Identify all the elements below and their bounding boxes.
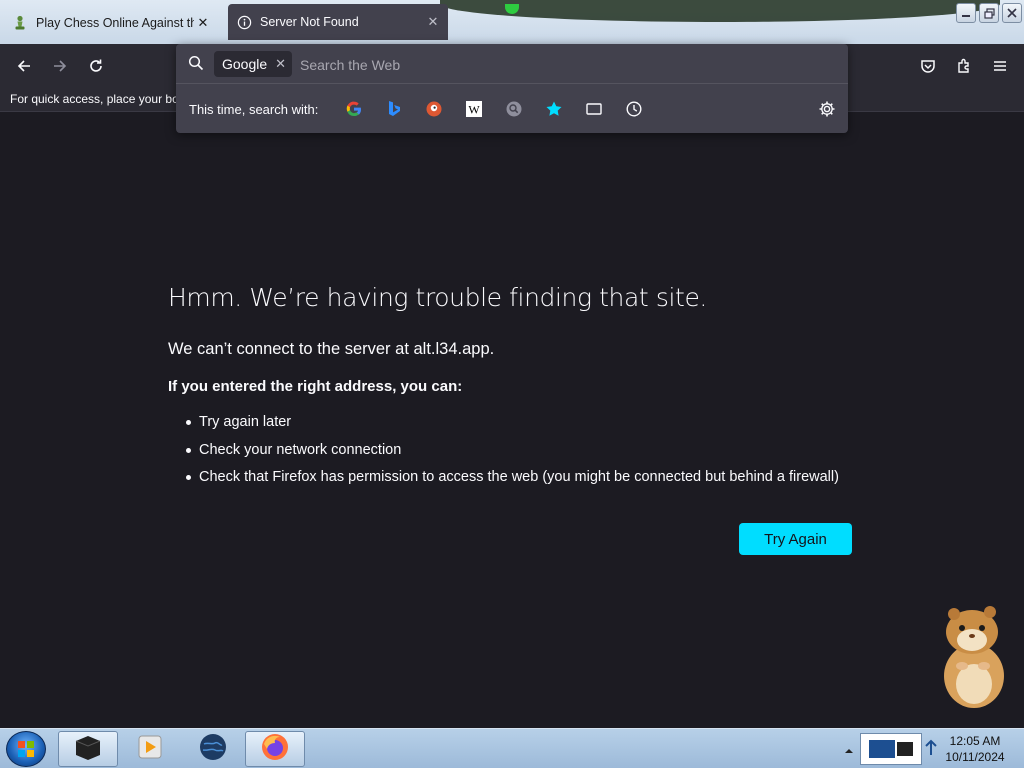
list-item: Check your network connection [184,440,839,468]
close-window-button[interactable] [1002,3,1022,23]
taskbar-media-player-app[interactable] [120,731,180,767]
back-icon[interactable] [10,52,38,80]
reload-icon[interactable] [82,52,110,80]
list-item: Check that Firefox has permission to acc… [184,467,839,495]
taskbar-firefox-app[interactable] [245,731,305,767]
search-engine-icon[interactable] [504,99,524,119]
tab-title: Play Chess Online Against the C [36,15,194,30]
suggestion-list: Try again later Check your network conne… [184,412,839,495]
search-input[interactable] [300,54,700,76]
duckduckgo-icon[interactable] [424,99,444,119]
firefox-icon [260,732,290,767]
chess-pawn-icon [12,15,28,31]
clock-time: 12:05 AM [949,734,1001,748]
svg-text:W: W [468,103,480,117]
taskbar-clock[interactable]: 12:05 AM 10/11/2024 [938,733,1012,765]
tab-title: Server Not Found [260,15,359,29]
search-settings-gear-icon[interactable] [817,99,837,119]
menu-icon[interactable] [986,52,1014,80]
minimize-button[interactable] [956,3,976,23]
decorative-overlay [440,0,1000,22]
tab-chess[interactable]: Play Chess Online Against the C ✕ [4,5,218,40]
list-item: Try again later [184,412,839,440]
network-icon[interactable] [924,739,938,762]
bing-icon[interactable] [384,99,404,119]
remove-engine-button[interactable]: ✕ [275,56,286,72]
error-subtitle: We can’t connect to the server at alt.l3… [168,340,495,358]
tray-app-icon[interactable] [860,733,922,765]
tab-close-button[interactable]: ✕ [424,13,442,31]
error-title: Hmm. We’re having trouble finding that s… [168,283,707,312]
taskbar-terminal-app[interactable] [58,731,118,767]
taskbar-globe-app[interactable] [183,731,243,767]
tab-close-button[interactable]: ✕ [194,14,212,32]
media-player-icon [137,734,163,765]
wikipedia-icon[interactable]: W [464,99,484,119]
bookmarks-star-icon[interactable] [544,99,564,119]
restore-button[interactable] [979,3,999,23]
try-again-button[interactable]: Try Again [739,523,852,555]
urlbar-popup: Google ✕ This time, search with: W [176,44,848,133]
show-hidden-icons-arrow-icon[interactable] [844,743,854,761]
start-button[interactable] [6,731,46,767]
search-with-label: This time, search with: [189,102,319,117]
info-icon [236,14,252,30]
search-engine-label: Google [222,56,268,72]
extensions-icon[interactable] [950,52,978,80]
taskbar: 12:05 AM 10/11/2024 [0,728,1024,768]
history-clock-icon[interactable] [624,99,644,119]
error-intro: If you entered the right address, you ca… [168,378,463,395]
bookmarks-hint: For quick access, place your boo [10,92,178,106]
forward-icon[interactable] [46,52,74,80]
urlbar: Google ✕ [176,44,848,84]
tab-strip: Play Chess Online Against the C ✕ Server… [0,0,1024,44]
tab-server-not-found[interactable]: Server Not Found ✕ [228,4,448,40]
google-icon[interactable] [344,99,364,119]
terminal-icon [72,733,104,766]
hamster-mascot-image [938,604,1010,710]
globe-icon [198,732,228,767]
search-icon [188,55,204,76]
search-engine-chip[interactable]: Google ✕ [214,51,292,77]
clock-date: 10/11/2024 [945,750,1005,764]
pocket-icon[interactable] [914,52,942,80]
tabs-icon[interactable] [584,99,604,119]
